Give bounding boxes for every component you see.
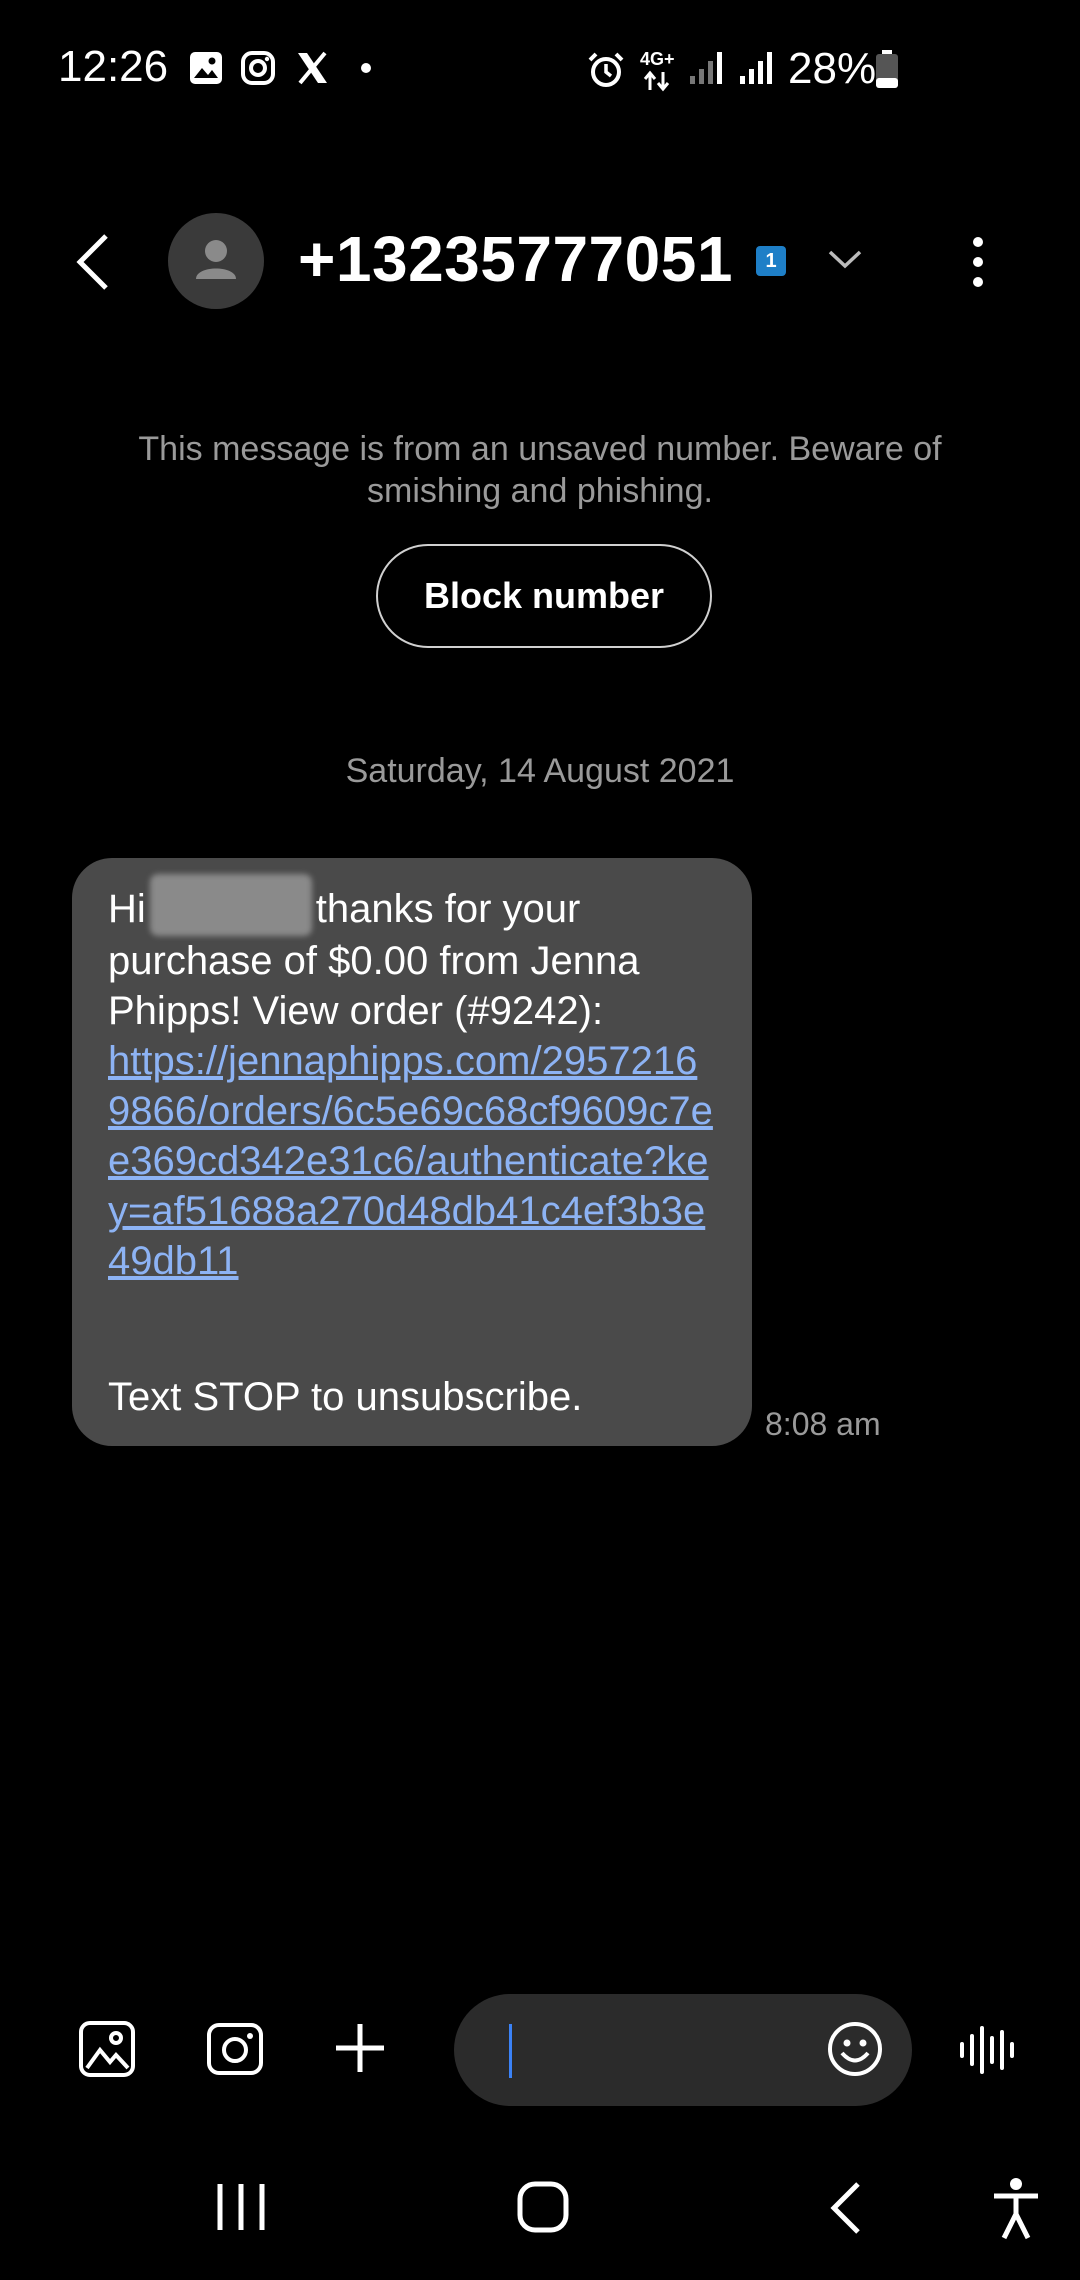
battery-percent: 28% bbox=[788, 44, 877, 93]
order-link[interactable]: https://jennaphipps.com/29572169866/orde… bbox=[108, 1036, 716, 1286]
unsubscribe-text: Text STOP to unsubscribe. bbox=[108, 1375, 583, 1419]
alarm-icon bbox=[588, 52, 624, 87]
battery-icon bbox=[876, 50, 898, 88]
add-icon[interactable] bbox=[332, 2020, 388, 2076]
network-type: 4G+ bbox=[640, 49, 675, 69]
chevron-down-icon[interactable] bbox=[826, 246, 864, 272]
person-icon bbox=[196, 240, 236, 279]
more-options-icon[interactable] bbox=[964, 234, 992, 290]
message-body: Hi thanks for your purchase of $0.00 from… bbox=[108, 874, 716, 1036]
x-icon bbox=[298, 51, 327, 85]
status-time: 12:26 bbox=[58, 42, 169, 91]
emoji-icon[interactable] bbox=[826, 2020, 884, 2078]
sim-badge: 1 bbox=[756, 246, 786, 276]
message-time: 8:08 am bbox=[765, 1406, 881, 1442]
dot-icon bbox=[361, 63, 371, 73]
date-separator: Saturday, 14 August 2021 bbox=[345, 752, 735, 790]
text-cursor bbox=[509, 2024, 512, 2078]
message-bubble[interactable]: Hi thanks for your purchase of $0.00 from… bbox=[72, 858, 752, 1446]
camera-icon[interactable] bbox=[206, 2022, 264, 2076]
nav-back-icon[interactable] bbox=[828, 2180, 864, 2236]
block-number-button[interactable]: Block number bbox=[376, 544, 712, 648]
unsaved-number-notice: This message is from an unsaved number. … bbox=[138, 430, 942, 510]
data-arrows-icon bbox=[643, 70, 670, 92]
message-greeting: Hi bbox=[108, 887, 146, 931]
contact-phone-number[interactable]: +13235777051 bbox=[298, 222, 733, 296]
instagram-icon bbox=[241, 51, 275, 85]
signal-icon bbox=[690, 52, 722, 84]
back-icon[interactable] bbox=[72, 232, 116, 292]
gallery-icon bbox=[190, 52, 222, 84]
redacted-name bbox=[149, 874, 312, 936]
recent-apps-icon[interactable] bbox=[214, 2182, 268, 2232]
voice-recorder-icon[interactable] bbox=[958, 2024, 1018, 2076]
signal-icon bbox=[740, 52, 772, 84]
home-icon[interactable] bbox=[516, 2180, 570, 2234]
accessibility-icon[interactable] bbox=[990, 2176, 1042, 2240]
gallery-icon[interactable] bbox=[78, 2020, 136, 2078]
avatar[interactable] bbox=[168, 213, 264, 309]
